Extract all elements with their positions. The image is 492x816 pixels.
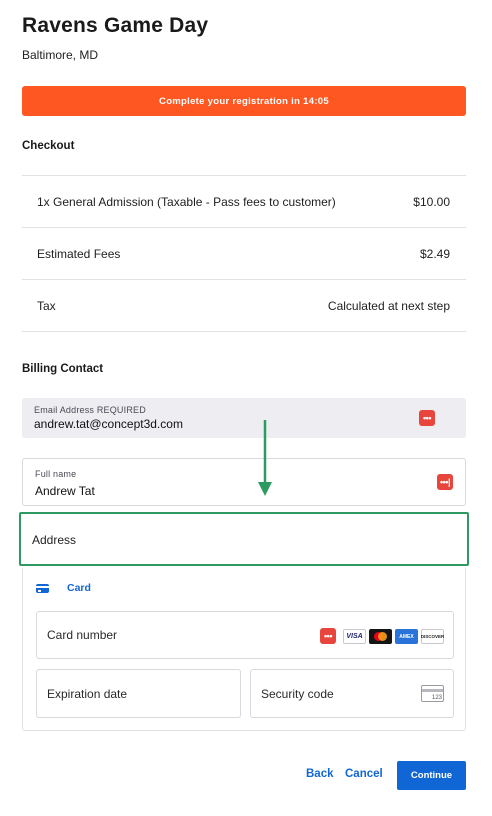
fees-row: Estimated Fees $2.49	[22, 228, 466, 280]
payment-element: Card Card number ••• VISA AMEX DISCOVER …	[22, 568, 466, 731]
security-code-placeholder: Security code	[261, 687, 334, 701]
line-item-row: 1x General Admission (Taxable - Pass fee…	[22, 176, 466, 228]
visa-logo-icon: VISA	[343, 629, 366, 644]
security-code-input[interactable]: Security code 123	[250, 669, 454, 718]
email-field[interactable]: Email Address REQUIRED andrew.tat@concep…	[22, 398, 466, 438]
event-title: Ravens Game Day	[22, 14, 209, 37]
line-item-label: 1x General Admission (Taxable - Pass fee…	[37, 194, 336, 209]
continue-button[interactable]: Continue	[397, 761, 466, 790]
billing-contact-heading: Billing Contact	[22, 363, 104, 375]
fees-label: Estimated Fees	[37, 246, 121, 261]
address-field[interactable]: Address	[19, 512, 469, 566]
checkout-summary-table: 1x General Admission (Taxable - Pass fee…	[22, 175, 466, 332]
address-placeholder: Address	[32, 533, 77, 547]
email-field-label: Email Address REQUIRED	[34, 405, 146, 415]
full-name-value: Andrew Tat	[35, 484, 95, 498]
cvc-card-icon: 123	[421, 685, 444, 702]
tax-value: Calculated at next step	[327, 298, 450, 313]
card-tab[interactable]: Card	[67, 582, 91, 594]
email-field-value: andrew.tat@concept3d.com	[34, 417, 183, 431]
amex-logo-icon: AMEX	[395, 629, 418, 644]
card-number-input[interactable]: Card number ••• VISA AMEX DISCOVER	[36, 611, 454, 659]
event-location: Baltimore, MD	[22, 48, 99, 62]
registration-timer-banner: Complete your registration in 14:05	[22, 86, 466, 116]
fees-value: $2.49	[419, 246, 450, 261]
card-number-placeholder: Card number	[47, 628, 118, 642]
checkout-heading: Checkout	[22, 140, 75, 152]
expiration-date-input[interactable]: Expiration date	[36, 669, 241, 718]
expiration-date-placeholder: Expiration date	[47, 687, 128, 701]
tax-label: Tax	[37, 298, 56, 313]
password-manager-icon[interactable]: •••	[419, 410, 435, 426]
credit-card-icon	[36, 584, 49, 593]
autofill-icon[interactable]: •••|	[437, 474, 453, 490]
timer-text: Complete your registration in 14:05	[159, 95, 329, 107]
back-button[interactable]: Back	[306, 768, 334, 780]
full-name-field[interactable]: Full name Andrew Tat •••|	[22, 458, 466, 506]
tax-row: Tax Calculated at next step	[22, 280, 466, 332]
mastercard-logo-icon	[369, 629, 392, 644]
cancel-button[interactable]: Cancel	[345, 768, 383, 780]
full-name-label: Full name	[35, 469, 77, 479]
line-item-price: $10.00	[413, 194, 450, 209]
discover-logo-icon: DISCOVER	[421, 629, 444, 644]
card-autofill-icon[interactable]: •••	[320, 628, 336, 644]
down-arrow-annotation-icon	[258, 420, 272, 496]
